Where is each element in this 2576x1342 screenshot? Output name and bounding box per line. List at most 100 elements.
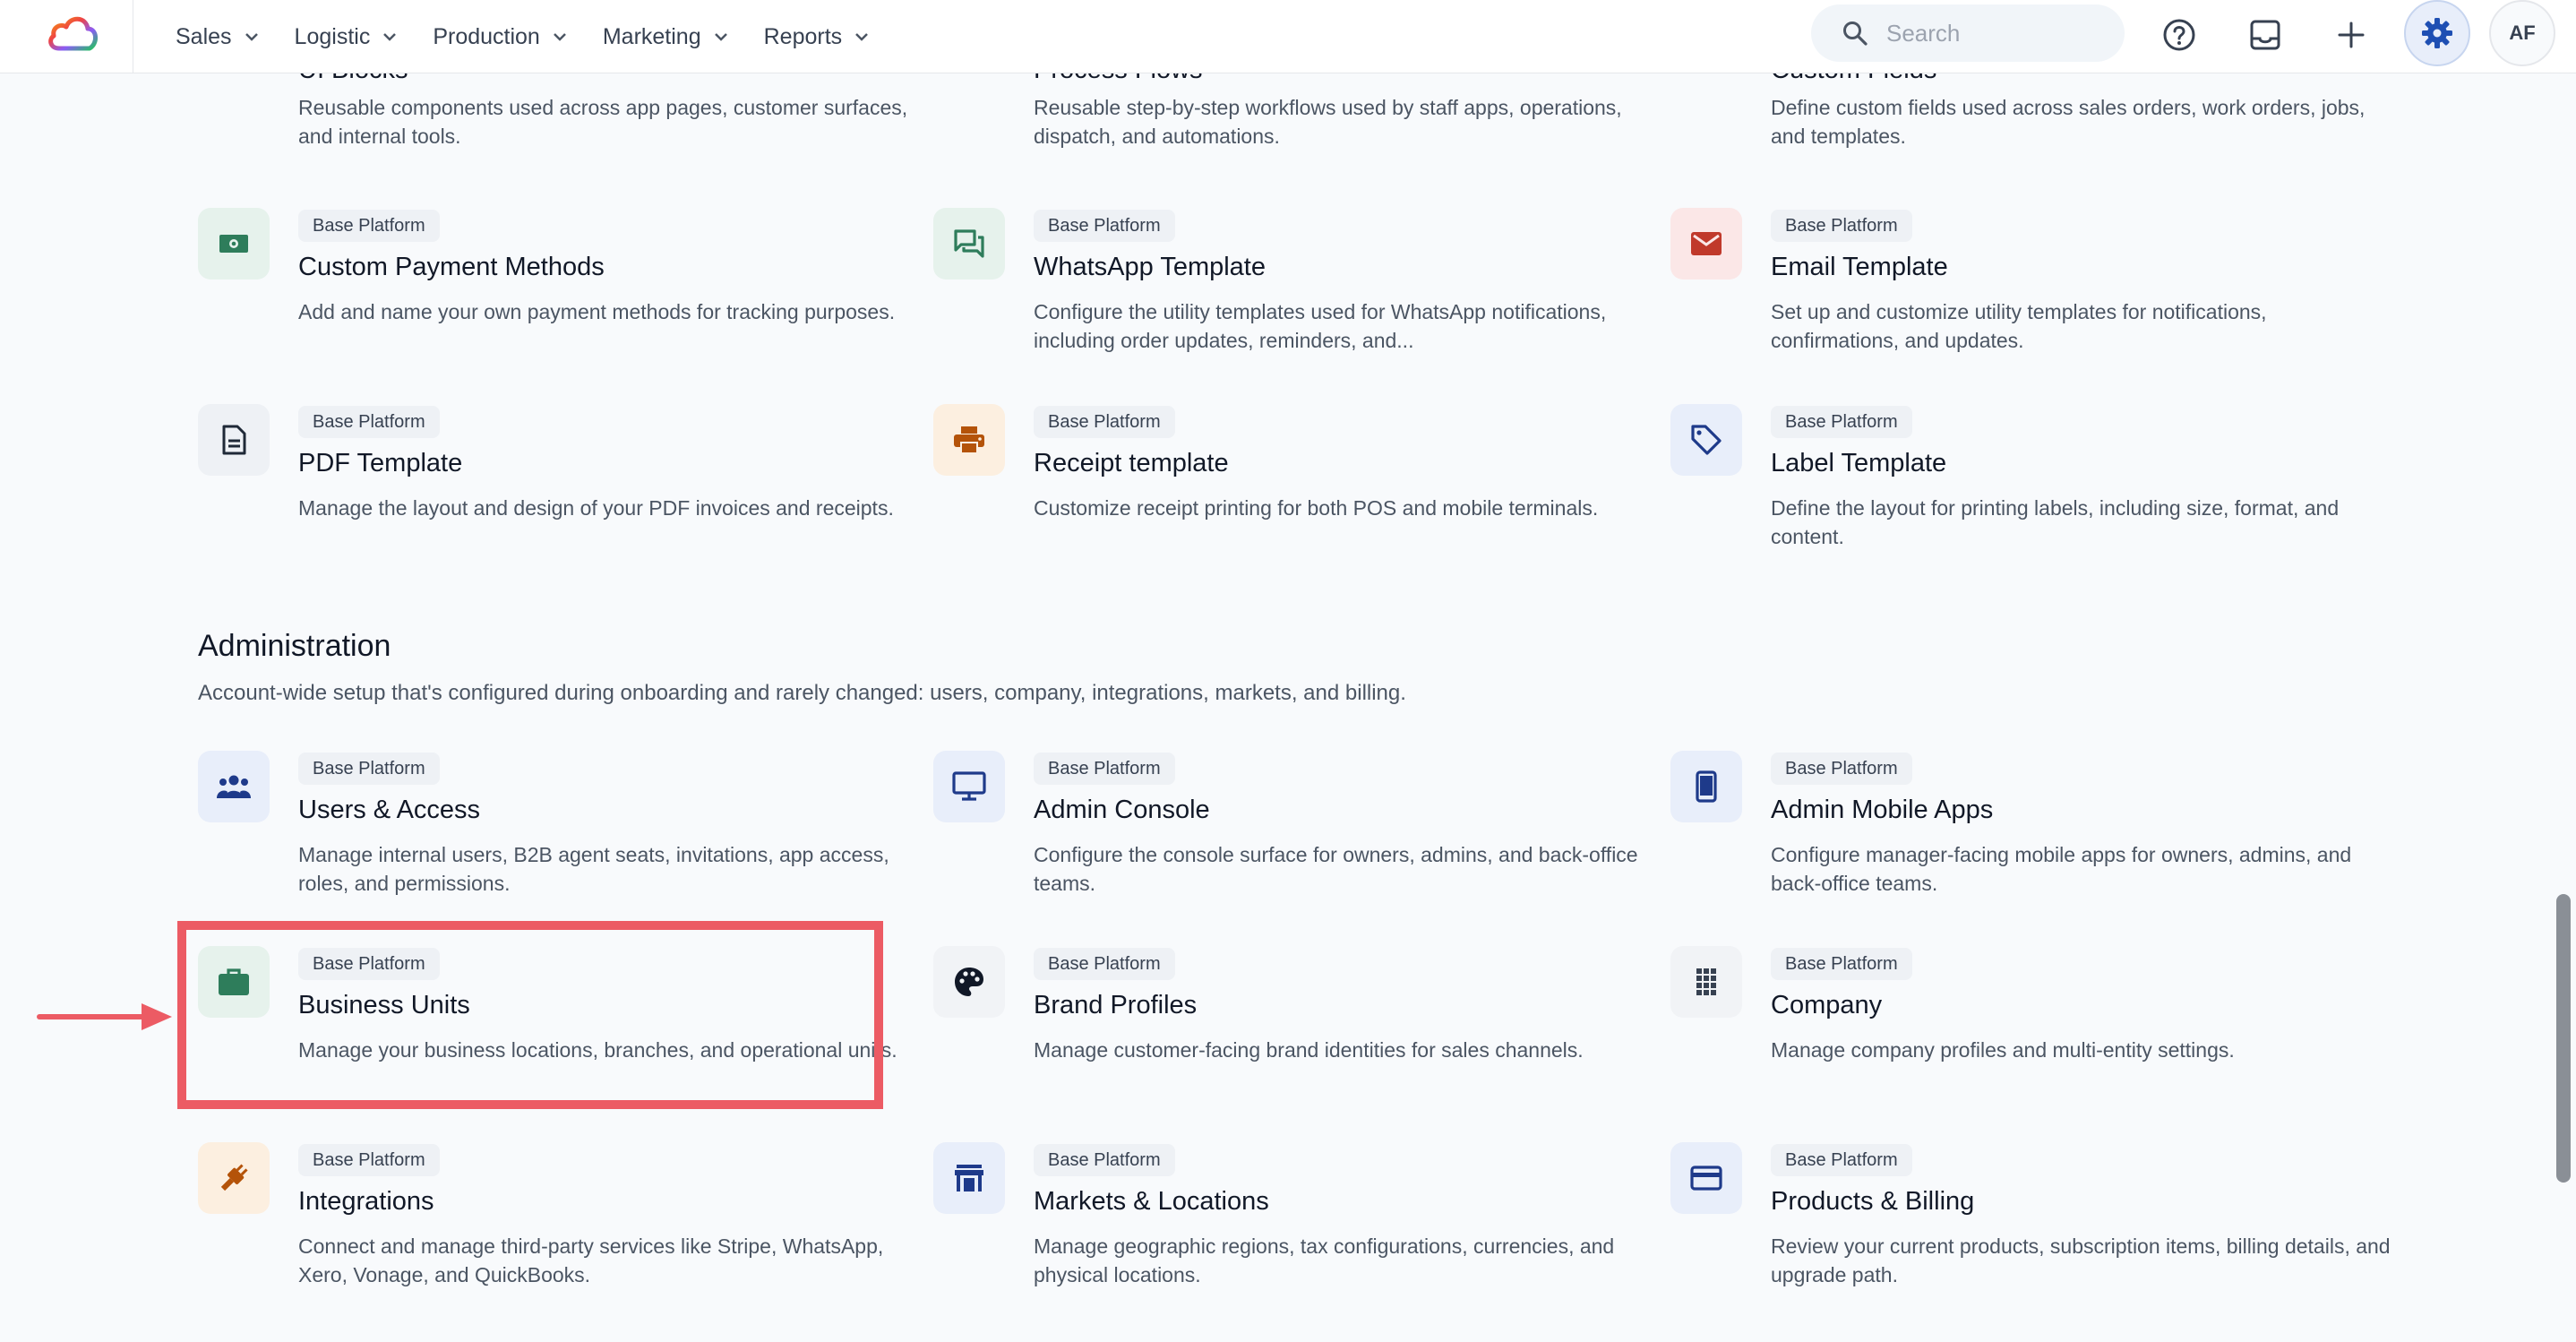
card-description: Set up and customize utility templates f… xyxy=(1771,300,2267,352)
nav-item-sales[interactable]: Sales xyxy=(176,0,259,73)
help-circle-icon xyxy=(2163,19,2195,51)
icon-container xyxy=(933,208,1005,280)
chevron-down-icon xyxy=(245,33,258,41)
icon-container xyxy=(1670,751,1742,822)
chevron-down-icon xyxy=(714,33,727,41)
card-title: Markets & Locations xyxy=(1034,1187,1269,1216)
nav-item-label: Sales xyxy=(176,23,232,49)
store-icon xyxy=(955,1165,983,1191)
icon-container xyxy=(198,208,270,280)
nav-item-label: Reports xyxy=(763,23,843,49)
card-description: Manage customer-facing brand identities … xyxy=(1034,1038,1584,1062)
platform-badge: Base Platform xyxy=(1034,406,1175,438)
card-description: Manage your business locations, branches… xyxy=(298,1038,897,1062)
scrollbar-thumb[interactable] xyxy=(2556,894,2571,1183)
section-description: Account-wide setup that's configured dur… xyxy=(198,681,1406,705)
main-nav: Sales Logistic Production Marketing Repo… xyxy=(176,0,905,73)
gear-icon xyxy=(2422,18,2452,48)
search-icon xyxy=(1843,22,1868,46)
card-title: Users & Access xyxy=(298,796,481,824)
platform-badge: Base Platform xyxy=(298,948,440,980)
icon-container xyxy=(933,946,1005,1018)
icon-container xyxy=(198,946,270,1018)
pointer-arrow-icon xyxy=(37,1003,172,1030)
cloud-logo-icon[interactable] xyxy=(45,13,102,54)
icon-container xyxy=(1670,208,1742,280)
platform-badge: Base Platform xyxy=(298,753,440,785)
chevron-down-icon xyxy=(855,33,869,41)
card-title: Receipt template xyxy=(1034,449,1229,477)
card-title: Business Units xyxy=(298,991,470,1019)
card-description: Manage the layout and design of your PDF… xyxy=(298,496,894,520)
card-title: Company xyxy=(1771,991,1883,1019)
card-title: Products & Billing xyxy=(1771,1187,1975,1216)
nav-item-marketing[interactable]: Marketing xyxy=(603,0,728,73)
tag-icon xyxy=(1691,425,1722,455)
platform-badge: Base Platform xyxy=(298,1144,440,1176)
user-avatar[interactable]: AF xyxy=(2489,0,2555,66)
highlight-box xyxy=(177,921,883,1109)
icon-container xyxy=(1670,1142,1742,1214)
card-title: Integrations xyxy=(298,1187,434,1216)
mail-icon xyxy=(1691,232,1722,255)
card-description: Customize receipt printing for both POS … xyxy=(1034,496,1599,520)
icon-container xyxy=(198,751,270,822)
icon-container xyxy=(198,1142,270,1214)
icon-container xyxy=(933,1142,1005,1214)
users-icon xyxy=(217,775,251,798)
card-description: Define the layout for printing labels, i… xyxy=(1771,496,2340,548)
add-button[interactable] xyxy=(2326,10,2376,60)
card-title: Brand Profiles xyxy=(1034,991,1198,1019)
monitor-icon xyxy=(952,771,986,801)
icon-container xyxy=(198,404,270,476)
search-input[interactable] xyxy=(1885,18,2103,48)
card-title: Email Template xyxy=(1771,253,1948,281)
card-description: Manage company profiles and multi-entity… xyxy=(1771,1038,2235,1062)
platform-badge: Base Platform xyxy=(1034,1144,1175,1176)
nav-item-logistic[interactable]: Logistic xyxy=(295,0,398,73)
card-description: Define custom fields used across sales o… xyxy=(1771,96,2366,148)
plug-icon xyxy=(220,1164,248,1191)
printer-icon xyxy=(954,426,984,454)
card-description: Configure the console surface for owners… xyxy=(1034,843,1638,895)
nav-item-label: Production xyxy=(433,23,540,49)
platform-badge: Base Platform xyxy=(1771,210,1912,242)
cash-icon xyxy=(219,235,248,253)
nav-item-production[interactable]: Production xyxy=(433,0,567,73)
platform-badge: Base Platform xyxy=(1771,948,1912,980)
nav-item-label: Logistic xyxy=(294,23,371,49)
platform-badge: Base Platform xyxy=(1771,1144,1912,1176)
plus-icon xyxy=(2338,22,2365,48)
search-box[interactable] xyxy=(1811,4,2125,62)
palette-icon xyxy=(955,968,983,996)
card-description: Manage geographic regions, tax configura… xyxy=(1034,1234,1615,1286)
platform-badge: Base Platform xyxy=(1034,753,1175,785)
nav-item-reports[interactable]: Reports xyxy=(764,0,870,73)
briefcase-icon xyxy=(219,968,249,995)
card-description: Reusable step-by-step workflows used by … xyxy=(1034,96,1622,148)
card-title: Admin Console xyxy=(1034,796,1210,824)
platform-badge: Base Platform xyxy=(1034,948,1175,980)
card-title: WhatsApp Template xyxy=(1034,253,1266,281)
building-icon xyxy=(1696,968,1716,995)
card-description: Add and name your own payment methods fo… xyxy=(298,300,896,323)
card-description: Reusable components used across app page… xyxy=(298,96,908,148)
card-description: Configure the utility templates used for… xyxy=(1034,300,1607,352)
card-title: Label Template xyxy=(1771,449,1947,477)
help-button[interactable] xyxy=(2154,10,2204,60)
chat-icon xyxy=(954,229,984,258)
inbox-tray-icon xyxy=(2250,20,2280,50)
icon-container xyxy=(933,751,1005,822)
icon-container xyxy=(1670,946,1742,1018)
inbox-button[interactable] xyxy=(2240,10,2290,60)
platform-badge: Base Platform xyxy=(1771,753,1912,785)
credit-card-icon xyxy=(1690,1166,1722,1191)
platform-badge: Base Platform xyxy=(298,406,440,438)
chevron-down-icon xyxy=(383,33,397,41)
card-description: Configure manager-facing mobile apps for… xyxy=(1771,843,2352,895)
card-title: Custom Payment Methods xyxy=(298,253,605,281)
card-title: PDF Template xyxy=(298,449,463,477)
settings-button[interactable] xyxy=(2404,0,2470,66)
platform-badge: Base Platform xyxy=(298,210,440,242)
phone-icon xyxy=(1696,770,1717,803)
